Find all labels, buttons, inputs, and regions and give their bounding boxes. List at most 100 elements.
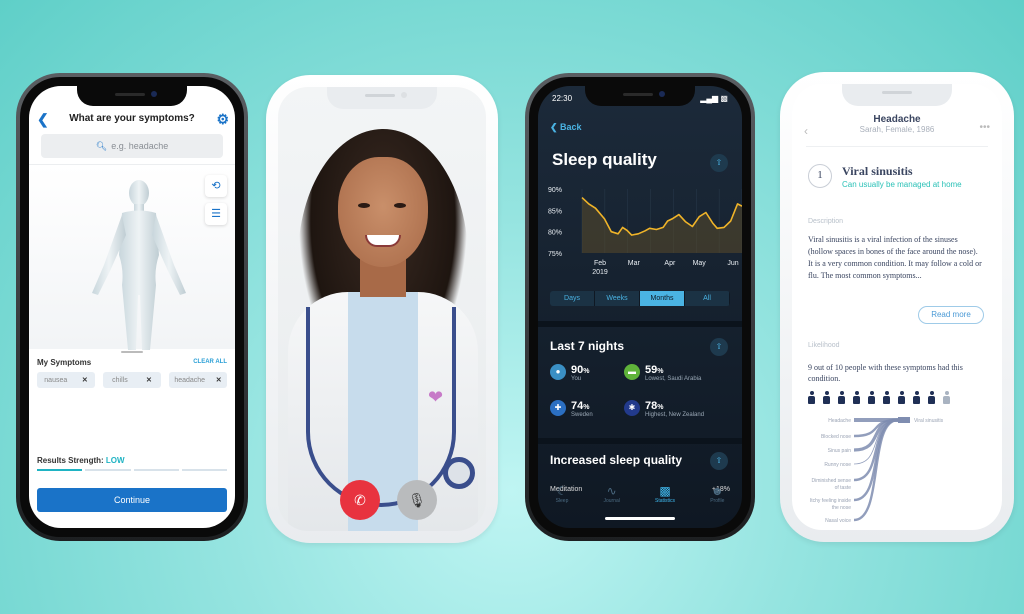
stat-label: You (571, 376, 582, 382)
my-symptoms-label: My Symptoms (37, 358, 92, 367)
share-icon[interactable]: ⇧ (710, 338, 728, 356)
tab-sleep[interactable]: ☾ Sleep (556, 484, 569, 504)
sankey-source-label: Sinus pain (828, 448, 852, 454)
person-icon: ☻ (710, 484, 724, 498)
person-icon (943, 391, 950, 404)
body-model-area[interactable]: ⟲ ☰ (29, 164, 235, 350)
phone-hangup-icon: ✆ (354, 492, 366, 508)
stat-label: Lowest, Saudi Arabia (645, 376, 702, 382)
symptom-checker-phone: ❮ What are your symptoms? ⚙ 🔍︎ e.g. heada… (16, 73, 248, 541)
symptom-chip[interactable]: nausea ✕ (37, 372, 95, 388)
end-call-button[interactable]: ✆ (340, 480, 380, 520)
page-title: Headache (873, 114, 921, 125)
sankey-target-node (898, 417, 910, 423)
segment-months[interactable]: Months (640, 291, 685, 306)
stat-item: ✚ 74% Sweden (550, 400, 593, 418)
symptom-chip[interactable]: chills ✕ (103, 372, 161, 388)
tab-journal[interactable]: ∿ Journal (604, 484, 620, 504)
back-chevron-icon[interactable]: ❮ (37, 108, 49, 130)
description-text: Viral sinusitis is a viral infection of … (808, 235, 982, 280)
x-tick-label: May (693, 260, 707, 267)
sankey-source-label: Nasal voice (825, 518, 851, 524)
phone-notch (77, 86, 187, 106)
remove-icon[interactable]: ✕ (216, 376, 222, 384)
home-indicator[interactable] (605, 517, 675, 520)
body-figure[interactable] (84, 175, 194, 350)
likelihood-pictogram (808, 391, 950, 404)
x-tick-label: Jun (727, 260, 738, 267)
sankey-source-label: Headache (828, 418, 851, 424)
sankey-source-label: Runny nose (824, 462, 851, 468)
share-icon[interactable]: ⇧ (710, 452, 728, 470)
stethoscope-disc (443, 457, 475, 489)
condition-name[interactable]: Viral sinusitis (842, 164, 913, 179)
strength-segment (37, 469, 83, 471)
drag-handle[interactable] (121, 351, 143, 353)
description-label: Description (808, 218, 844, 225)
clear-all-button[interactable]: CLEAR ALL (193, 359, 227, 365)
segment-days[interactable]: Days (550, 291, 595, 306)
tab-statistics[interactable]: ▩ Statistics (655, 484, 675, 504)
person-icon (823, 391, 830, 404)
stat-item: ▬ 59% Lowest, Saudi Arabia (624, 364, 701, 382)
moon-icon: ☾ (556, 484, 568, 498)
symptom-sankey: Headache Blocked nose Sinus pain Runny nose… (810, 417, 944, 524)
results-strength-bar (37, 469, 227, 471)
likelihood-text: 9 out of 10 people with these symptoms h… (808, 363, 963, 383)
results-strength: Results Strength: LOW (37, 456, 125, 465)
symptom-chip[interactable]: headache ✕ (169, 372, 227, 388)
tab-label: Journal (603, 498, 620, 504)
person-icon (868, 391, 875, 404)
search-icon: 🔍︎ (95, 141, 108, 151)
tab-profile[interactable]: ☻ Profile (710, 484, 724, 504)
stat-value: 59% (645, 364, 664, 376)
segment-weeks[interactable]: Weeks (595, 291, 640, 306)
diagnosis-screen: ‹ Headache Sarah, Female, 1986 ••• 1 Vir… (792, 84, 1002, 530)
symptom-search-input[interactable]: 🔍︎ e.g. headache (41, 134, 223, 158)
sweden-flag-icon: ✚ (550, 400, 566, 416)
section-divider (538, 321, 742, 327)
share-icon[interactable]: ⇧ (710, 154, 728, 172)
sankey-target-label: Viral sinusitis (914, 418, 944, 424)
remove-icon[interactable]: ✕ (146, 376, 152, 384)
patient-info: Sarah, Female, 1986 (859, 125, 935, 134)
phone-notch (327, 87, 437, 109)
x-tick-label: 2019 (592, 269, 608, 276)
more-icon[interactable]: ••• (979, 122, 990, 133)
x-tick-label: Feb (594, 260, 606, 267)
x-tick-label: Mar (628, 260, 641, 267)
status-time: 22:30 (552, 94, 573, 103)
symptom-chip-label: headache (174, 376, 206, 384)
read-more-button[interactable]: Read more (918, 306, 984, 324)
increased-sleep-title: Increased sleep quality (550, 453, 683, 467)
sankey-source-label: the nose (832, 505, 851, 511)
continue-button[interactable]: Continue (37, 488, 227, 512)
tab-bar: ☾ Sleep ∿ Journal ▩ Statistics ☻ Profile (538, 484, 742, 504)
person-icon (838, 391, 845, 404)
gear-icon[interactable]: ⚙ (216, 108, 229, 130)
sleep-tracker-screen: 22:30 ▂▄▆ ▩ ❮ Back Sleep quality ⇧ 90% 85… (538, 86, 742, 528)
person-icon (853, 391, 860, 404)
symptom-chip-label: chills (112, 376, 128, 384)
likelihood-label: Likelihood (808, 342, 840, 349)
symptom-checker-screen: ❮ What are your symptoms? ⚙ 🔍︎ e.g. heada… (29, 86, 235, 528)
back-button[interactable]: ❮ Back (550, 122, 582, 133)
stat-value: 90% (571, 364, 590, 376)
tab-label: Sleep (555, 498, 569, 504)
phone-notch (842, 84, 952, 106)
tab-label: Profile (710, 498, 725, 504)
stat-label: Highest, New Zealand (645, 412, 705, 418)
person-icon (883, 391, 890, 404)
strength-segment (133, 469, 179, 471)
remove-icon[interactable]: ✕ (82, 376, 88, 384)
rotate-icon[interactable]: ⟲ (205, 175, 227, 197)
symptom-chip-label: nausea (44, 376, 68, 384)
header: Headache Sarah, Female, 1986 (792, 114, 1002, 134)
y-tick-label: 85% (548, 208, 562, 215)
stat-value: 74% (571, 400, 590, 412)
sleep-quality-chart: 90% 85% 80% 75% Feb 2019 Mar Apr May Jun (548, 187, 742, 276)
mute-button[interactable]: 🎙︎ (397, 480, 437, 520)
stat-item: ● 90% You (550, 364, 589, 382)
segment-all[interactable]: All (685, 291, 730, 306)
list-icon[interactable]: ☰ (205, 203, 227, 225)
